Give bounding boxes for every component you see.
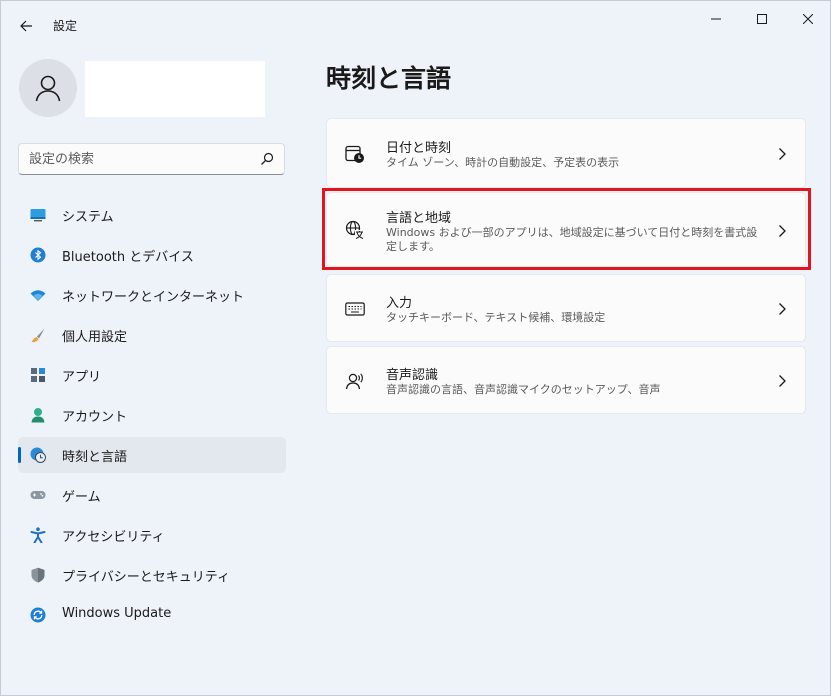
sidebar-item-windows-update[interactable]: Windows Update bbox=[18, 597, 286, 633]
title-bar: 設定 bbox=[1, 1, 830, 49]
search-box[interactable] bbox=[18, 143, 285, 175]
person-icon bbox=[31, 408, 45, 423]
sidebar-item-personalization[interactable]: 個人用設定 bbox=[18, 317, 286, 353]
sidebar-nav: システム Bluetooth とデバイス ネットワークとインターネット 個人用設… bbox=[18, 197, 286, 637]
card-subtitle: タイム ゾーン、時計の自動設定、予定表の表示 bbox=[386, 156, 620, 169]
card-speech[interactable]: 音声認識 音声認識の言語、音声認識マイクのセットアップ、音声 bbox=[326, 346, 806, 414]
accessibility-icon bbox=[30, 527, 46, 543]
shield-icon bbox=[31, 567, 45, 583]
time-language-icon bbox=[30, 447, 46, 463]
sidebar-item-label: ネットワークとインターネット bbox=[62, 290, 245, 305]
page-title: 時刻と言語 bbox=[326, 64, 452, 93]
card-subtitle: Windows および一部のアプリは、地域設定に基づいて日付と時刻を書式設定しま… bbox=[386, 226, 758, 253]
chevron-right-icon bbox=[779, 303, 786, 315]
back-button[interactable] bbox=[13, 13, 39, 39]
card-subtitle: 音声認識の言語、音声認識マイクのセットアップ、音声 bbox=[386, 383, 661, 396]
sidebar-item-label: アクセシビリティ bbox=[62, 530, 165, 545]
selection-indicator bbox=[18, 447, 21, 463]
sidebar-item-accessibility[interactable]: アクセシビリティ bbox=[18, 517, 286, 553]
back-arrow-icon bbox=[20, 20, 32, 32]
card-date-time[interactable]: 日付と時刻 タイム ゾーン、時計の自動設定、予定表の表示 bbox=[326, 118, 806, 188]
app-title: 設定 bbox=[53, 19, 78, 33]
sidebar-item-apps[interactable]: アプリ bbox=[18, 357, 286, 393]
user-name-redacted bbox=[85, 61, 265, 117]
gamepad-icon bbox=[30, 491, 46, 499]
card-language-region[interactable]: 言語と地域 Windows および一部のアプリは、地域設定に基づいて日付と時刻を… bbox=[326, 192, 806, 267]
sidebar-item-label: Bluetooth とデバイス bbox=[62, 250, 194, 265]
sidebar-item-label: 時刻と言語 bbox=[62, 450, 128, 465]
windows-update-icon bbox=[30, 607, 46, 623]
sidebar-item-bluetooth[interactable]: Bluetooth とデバイス bbox=[18, 237, 286, 273]
sidebar-item-network[interactable]: ネットワークとインターネット bbox=[18, 277, 286, 313]
user-icon bbox=[35, 75, 61, 102]
chevron-right-icon bbox=[779, 148, 786, 160]
speech-icon bbox=[345, 373, 363, 390]
sidebar-item-label: 個人用設定 bbox=[62, 330, 128, 345]
minimize-icon bbox=[711, 18, 721, 20]
calendar-clock-icon bbox=[345, 145, 364, 163]
card-title: 日付と時刻 bbox=[386, 141, 452, 156]
card-typing[interactable]: 入力 タッチキーボード、テキスト候補、環境設定 bbox=[326, 274, 806, 342]
sidebar-item-accounts[interactable]: アカウント bbox=[18, 397, 286, 433]
card-title: 入力 bbox=[386, 296, 413, 311]
apps-icon bbox=[31, 368, 45, 382]
sidebar-item-gaming[interactable]: ゲーム bbox=[18, 477, 286, 513]
sidebar-item-label: アプリ bbox=[62, 370, 102, 385]
sidebar-item-label: システム bbox=[62, 210, 114, 225]
card-title: 言語と地域 bbox=[386, 211, 452, 226]
close-icon bbox=[803, 14, 813, 24]
wifi-icon bbox=[30, 290, 46, 301]
minimize-button[interactable] bbox=[693, 5, 739, 33]
chevron-right-icon bbox=[779, 225, 786, 237]
avatar[interactable] bbox=[19, 59, 77, 117]
language-globe-icon bbox=[345, 220, 365, 240]
sidebar-item-time-language[interactable]: 時刻と言語 bbox=[18, 437, 286, 473]
chevron-right-icon bbox=[779, 375, 786, 387]
search-icon[interactable] bbox=[260, 152, 274, 166]
maximize-icon bbox=[757, 14, 767, 24]
card-subtitle: タッチキーボード、テキスト候補、環境設定 bbox=[386, 311, 606, 324]
card-title: 音声認識 bbox=[386, 368, 439, 383]
sidebar-item-system[interactable]: システム bbox=[18, 197, 286, 233]
sidebar-item-label: アカウント bbox=[62, 410, 128, 425]
close-button[interactable] bbox=[785, 5, 831, 33]
search-input[interactable] bbox=[29, 144, 254, 174]
keyboard-icon bbox=[345, 302, 365, 316]
sidebar-item-privacy[interactable]: プライバシーとセキュリティ bbox=[18, 557, 286, 593]
sidebar-item-label: プライバシーとセキュリティ bbox=[62, 570, 230, 585]
bluetooth-icon bbox=[30, 247, 46, 263]
display-icon bbox=[30, 209, 46, 222]
settings-window: 設定 システム bbox=[0, 0, 831, 696]
brush-icon bbox=[31, 328, 45, 343]
sidebar-item-label: Windows Update bbox=[62, 606, 172, 621]
sidebar-item-label: ゲーム bbox=[62, 490, 101, 505]
maximize-button[interactable] bbox=[739, 5, 785, 33]
